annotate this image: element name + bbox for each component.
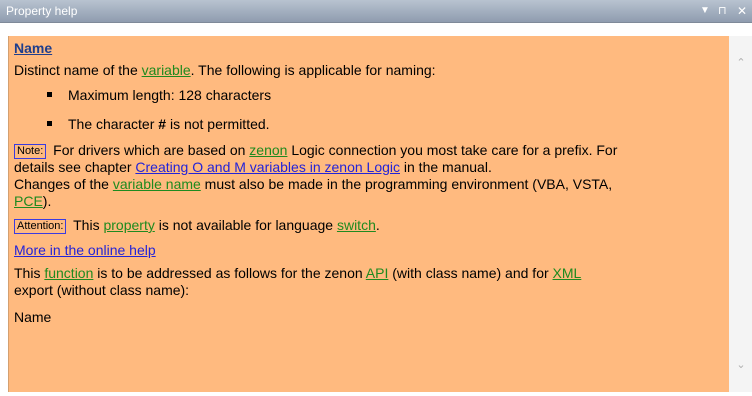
variable-name-link[interactable]: variable name <box>113 176 201 192</box>
bullet-hash-char: The character # is not permitted. <box>68 116 270 132</box>
vertical-scrollbar[interactable]: ⌃ ⌄ <box>729 36 752 392</box>
scroll-up-icon[interactable]: ⌃ <box>733 56 749 70</box>
bullet-icon <box>47 121 52 126</box>
property-heading: Name <box>14 40 53 56</box>
online-help-link[interactable]: More in the online help <box>14 242 156 258</box>
bullet-icon <box>47 92 52 97</box>
api-name-value: Name <box>14 309 52 325</box>
function-line-1: This function is to be addressed as foll… <box>14 265 582 281</box>
title-bar: Property help ▼ ⊓ ✕ <box>0 0 752 23</box>
note-tag: Note: <box>14 144 47 159</box>
changes-line-2: PCE). <box>14 193 52 209</box>
zenon-link[interactable]: zenon <box>249 142 287 158</box>
scroll-down-icon[interactable]: ⌄ <box>733 358 749 372</box>
intro-text: Distinct name of the variable. The follo… <box>14 62 436 78</box>
api-link[interactable]: API <box>366 265 389 281</box>
property-link[interactable]: property <box>103 217 154 233</box>
xml-link[interactable]: XML <box>553 265 582 281</box>
variable-link[interactable]: variable <box>142 62 191 78</box>
function-line-2: export (without class name): <box>14 282 190 298</box>
window-menu-dropdown-icon[interactable]: ▼ <box>700 0 710 22</box>
close-icon[interactable]: ✕ <box>737 0 747 22</box>
attention-tag: Attention: <box>14 219 67 234</box>
note-line-1: Note: For drivers which are based on zen… <box>14 142 617 159</box>
window-title: Property help <box>6 4 78 18</box>
property-help-panel: Property help ▼ ⊓ ✕ Name Distinct name o… <box>0 0 752 396</box>
pin-icon[interactable]: ⊓ <box>718 0 727 22</box>
changes-line-1: Changes of the variable name must also b… <box>14 176 613 192</box>
bullet-max-length: Maximum length: 128 characters <box>68 87 272 103</box>
online-help-line: More in the online help <box>14 242 156 259</box>
pce-link[interactable]: PCE <box>14 193 43 209</box>
help-content: Name Distinct name of the variable. The … <box>8 36 730 392</box>
note-line-2: details see chapter Creating O and M var… <box>14 159 492 175</box>
switch-link[interactable]: switch <box>337 217 376 233</box>
attention-line: Attention: This property is not availabl… <box>14 217 380 234</box>
function-link[interactable]: function <box>44 265 93 281</box>
creating-variables-link[interactable]: Creating O and M variables in zenon Logi… <box>135 159 400 175</box>
